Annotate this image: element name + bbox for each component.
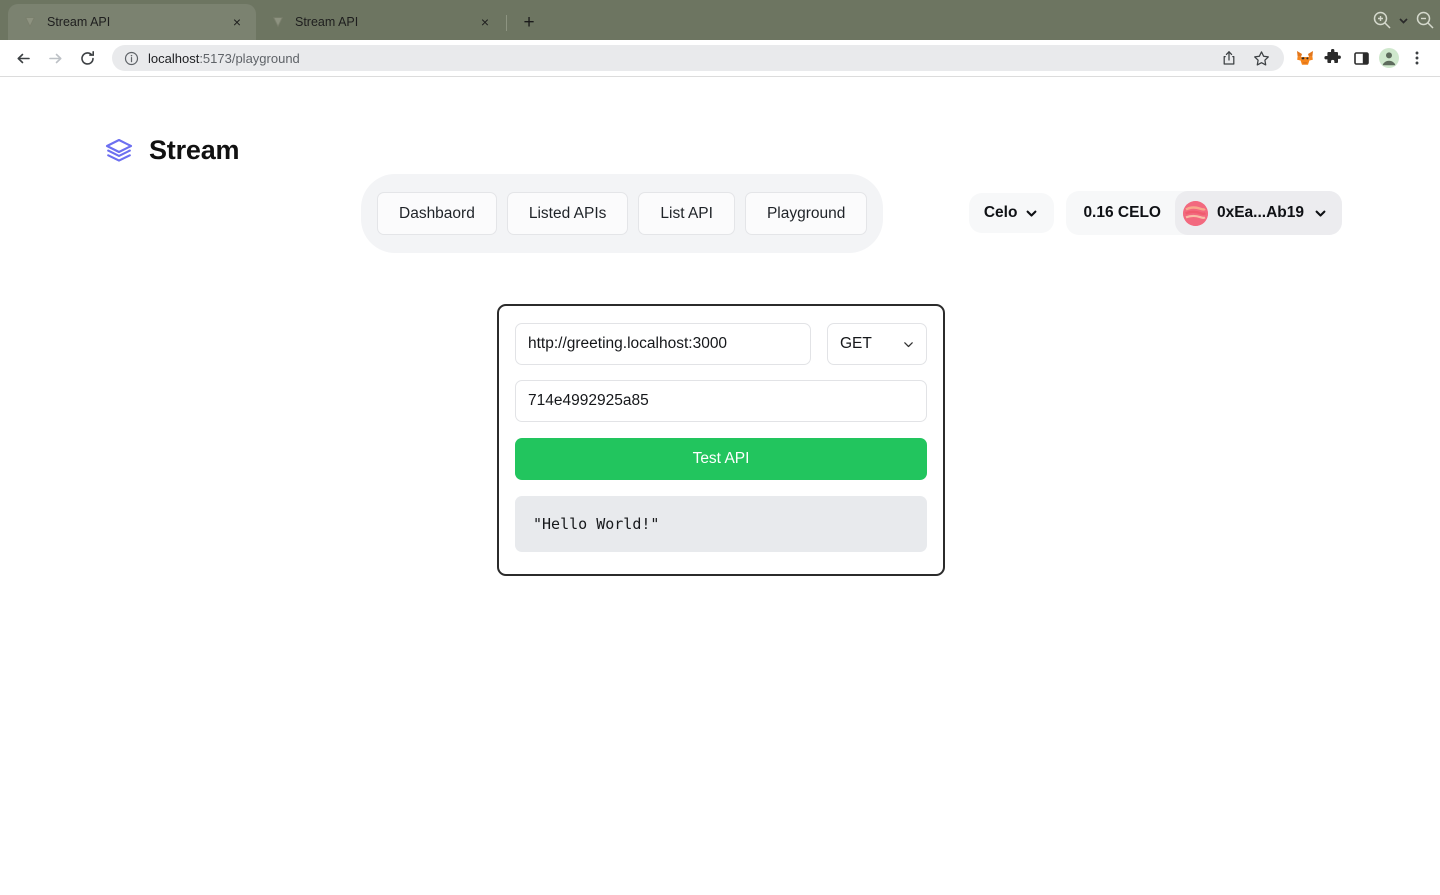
address-bar[interactable]: localhost:5173/playground	[112, 45, 1284, 71]
http-method-select[interactable]: GET	[827, 323, 927, 365]
chevron-down-icon	[1313, 206, 1328, 221]
main-navigation: Dashbaord Listed APIs List API Playgroun…	[361, 174, 884, 254]
chevron-down-icon	[1024, 206, 1039, 221]
page-content: Stream Dashbaord Listed APIs List API Pl…	[0, 77, 1440, 895]
close-icon[interactable]: ×	[228, 13, 246, 31]
tabstrip-zoom-controls	[1371, 0, 1440, 40]
stream-triangle-icon	[22, 14, 38, 30]
browser-tab-title: Stream API	[47, 15, 111, 29]
info-circle-icon[interactable]	[124, 51, 139, 66]
address-bar-host: localhost	[148, 50, 200, 66]
share-icon[interactable]	[1216, 45, 1242, 71]
browser-tab-strip: Stream API × Stream API × +	[0, 0, 1440, 40]
browser-tab-title: Stream API	[295, 15, 359, 29]
test-api-button[interactable]: Test API	[515, 438, 927, 480]
address-bar-url: localhost:5173/playground	[148, 51, 300, 66]
metamask-extension-icon[interactable]	[1292, 45, 1318, 71]
zoom-in-icon[interactable]	[1371, 9, 1393, 31]
nav-list-api[interactable]: List API	[638, 192, 735, 236]
brand-name: Stream	[149, 135, 240, 165]
puzzle-extensions-icon[interactable]	[1320, 45, 1346, 71]
stream-triangle-icon	[270, 14, 286, 30]
layers-stack-icon	[104, 136, 134, 166]
api-key-value: 714e4992925a85	[528, 392, 649, 409]
three-dot-menu-icon[interactable]	[1404, 45, 1430, 71]
network-selector[interactable]: Celo	[968, 193, 1055, 233]
api-url-value: http://greeting.localhost:3000	[528, 335, 728, 352]
network-label: Celo	[983, 204, 1018, 221]
wallet-balance: 0.16 CELO	[1083, 204, 1161, 221]
chevron-down-icon	[902, 338, 915, 351]
api-url-input[interactable]: http://greeting.localhost:3000	[515, 323, 811, 365]
http-method-value: GET	[840, 335, 872, 352]
nav-listed-apis[interactable]: Listed APIs	[506, 192, 629, 236]
playground-card: http://greeting.localhost:3000 GET 714e4…	[497, 304, 945, 576]
api-response-output: "Hello World!"	[515, 496, 927, 552]
close-icon[interactable]: ×	[476, 13, 494, 31]
brand-logo[interactable]: Stream	[104, 135, 240, 166]
back-arrow-icon[interactable]	[8, 43, 38, 73]
nav-dashboard[interactable]: Dashbaord	[377, 192, 497, 236]
forward-arrow-icon[interactable]	[40, 43, 70, 73]
account-button[interactable]: 0xEa...Ab19	[1174, 191, 1342, 235]
wallet-address: 0xEa...Ab19	[1216, 204, 1304, 221]
profile-avatar-icon[interactable]	[1376, 45, 1402, 71]
nav-playground[interactable]: Playground	[744, 192, 868, 236]
chevron-down-icon[interactable]	[1397, 14, 1410, 27]
reload-icon[interactable]	[72, 43, 102, 73]
zoom-out-icon[interactable]	[1414, 9, 1436, 31]
browser-window: Stream API × Stream API × + localhost:51…	[0, 0, 1440, 895]
app-header: Stream	[0, 77, 1440, 166]
browser-tab[interactable]: Stream API ×	[8, 4, 256, 40]
address-bar-path: :5173/playground	[199, 50, 300, 66]
browser-toolbar: localhost:5173/playground	[0, 40, 1440, 77]
tab-separator	[506, 15, 507, 31]
api-key-input[interactable]: 714e4992925a85	[515, 380, 927, 422]
star-icon[interactable]	[1248, 45, 1274, 71]
browser-tab[interactable]: Stream API ×	[256, 4, 504, 40]
request-line: http://greeting.localhost:3000 GET	[515, 323, 927, 365]
side-panel-icon[interactable]	[1348, 45, 1374, 71]
account-widget: 0.16 CELO 0xEa...Ab19	[1066, 191, 1342, 235]
wallet-identicon	[1182, 200, 1208, 226]
wallet-widget: Celo 0.16 CELO 0xEa...Ab19	[968, 191, 1342, 235]
new-tab-button[interactable]: +	[515, 8, 543, 36]
